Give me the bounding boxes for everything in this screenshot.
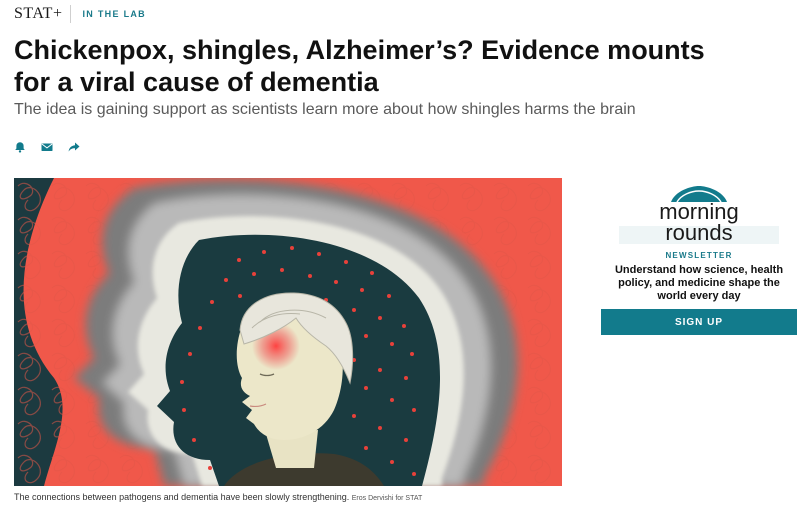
- morning-rounds-logo[interactable]: morning rounds: [601, 186, 797, 245]
- image-credit: Eros Dervishi for STAT: [351, 495, 423, 502]
- newsletter-promo: morning rounds NEWSLETTER Understand how…: [601, 186, 797, 335]
- hero-illustration: [14, 178, 562, 486]
- newsletter-label: NEWSLETTER: [665, 251, 733, 260]
- section-label[interactable]: IN THE LAB: [82, 9, 146, 19]
- article-headline: Chickenpox, shingles, Alzheimer’s? Evide…: [14, 35, 705, 97]
- share-toolbar: [14, 140, 80, 153]
- site-header: STAT+ IN THE LAB: [14, 4, 146, 24]
- caption-text: The connections between pathogens and de…: [14, 492, 350, 502]
- share-arrow-icon[interactable]: [68, 140, 80, 152]
- image-caption: The connections between pathogens and de…: [14, 492, 422, 502]
- header-divider: [70, 5, 72, 23]
- newsletter-description: Understand how science, health policy, a…: [614, 264, 784, 302]
- sign-up-button[interactable]: SIGN UP: [601, 309, 797, 335]
- stat-plus-logo[interactable]: STAT+: [14, 5, 62, 23]
- logo-line2: rounds: [665, 220, 732, 244]
- article-dek: The idea is gaining support as scientist…: [14, 101, 636, 118]
- envelope-icon[interactable]: [41, 140, 53, 152]
- bell-icon[interactable]: [14, 140, 26, 153]
